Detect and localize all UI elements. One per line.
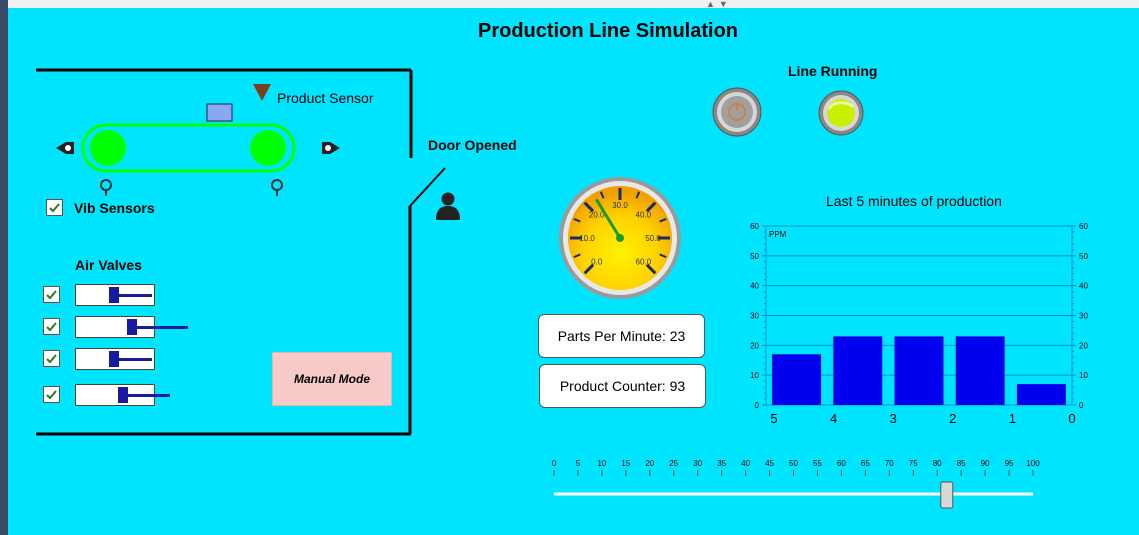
product-sensor-triangle-icon [253, 84, 271, 101]
product-sensor-label: Product Sensor [277, 90, 374, 106]
speed-tick-label: 25 [669, 459, 678, 468]
speed-tick-label: 55 [813, 459, 822, 468]
product-counter-box: Product Counter: 93 [539, 364, 706, 408]
gauge-tick-label: 60.0 [636, 257, 652, 266]
speed-tick-label: 60 [837, 459, 846, 468]
right-proximity-sensor-icon [322, 142, 340, 154]
air-valve-checkbox-4[interactable] [43, 386, 60, 403]
speed-tick-label: 80 [933, 459, 942, 468]
air-valve-checkbox-3[interactable] [43, 350, 60, 367]
simulation-canvas: Production Line Simulation Product Senso… [8, 8, 1139, 535]
chart-xtick-label: 2 [949, 411, 956, 426]
air-valve-slider-thumb[interactable] [118, 387, 128, 403]
gauge-tick-label: 30.0 [612, 201, 628, 210]
speed-tick-label: 20 [645, 459, 654, 468]
chart-ylabel: PPM [769, 230, 787, 239]
chart-xtick-label: 5 [770, 411, 777, 426]
air-valves-label: Air Valves [75, 257, 142, 273]
speed-tick-label: 65 [861, 459, 870, 468]
speed-tick-label: 30 [693, 459, 702, 468]
speed-tick-label: 85 [957, 459, 966, 468]
air-valve-slider-2[interactable] [75, 316, 188, 338]
chart-ytick-label-right: 0 [1079, 401, 1084, 410]
left-proximity-sensor-icon [56, 142, 74, 154]
conveyor-roller-left [90, 130, 126, 166]
speed-tick-label: 5 [576, 459, 581, 468]
speed-tick-label: 70 [885, 459, 894, 468]
window-left-border [0, 0, 8, 535]
chart-xtick-label: 4 [830, 411, 837, 426]
speed-tick-label: 100 [1026, 459, 1040, 468]
conveyor-belt [56, 103, 340, 196]
door-opened-label: Door Opened [428, 137, 517, 153]
vib-sensor-right-icon [271, 179, 283, 196]
vib-sensors-label: Vib Sensors [74, 200, 155, 216]
chart-bar [955, 336, 1005, 405]
chart-xtick-label: 1 [1009, 411, 1016, 426]
product-counter-text: Product Counter: 93 [559, 378, 686, 394]
chart-ytick-label-left: 20 [750, 341, 759, 350]
chart-bar [894, 336, 944, 405]
speed-tick-label: 50 [789, 459, 798, 468]
air-valve-slider-thumb[interactable] [127, 319, 137, 335]
chart-ytick-label-left: 10 [750, 371, 759, 380]
chart-ytick-label-left: 0 [755, 401, 760, 410]
chart-ytick-label-right: 10 [1079, 371, 1088, 380]
chart-bar [833, 336, 883, 405]
line-running-indicator-icon [818, 90, 864, 136]
chart-xtick-label: 3 [890, 411, 897, 426]
speed-tick-label: 10 [597, 459, 606, 468]
air-valve-slider-thumb[interactable] [109, 351, 119, 367]
gauge-tick-label: 50.0 [645, 234, 661, 243]
air-valve-slider-3[interactable] [75, 348, 155, 370]
speed-slider-thumb[interactable] [940, 481, 954, 509]
speed-tick-label: 15 [621, 459, 630, 468]
parts-per-minute-text: Parts Per Minute: 23 [557, 328, 686, 344]
chart-ytick-label-right: 30 [1079, 312, 1088, 321]
manual-mode-button[interactable]: Manual Mode [272, 352, 392, 406]
chart-ytick-label-left: 50 [750, 252, 759, 261]
chart-bar [1016, 384, 1066, 405]
power-button-icon[interactable] [711, 86, 763, 138]
gauge-hub [616, 234, 624, 242]
gauge-tick-label: 0.0 [591, 257, 603, 266]
air-valve-slider-thumb[interactable] [109, 287, 119, 303]
chart-xtick-label: 0 [1068, 411, 1075, 426]
speed-slider[interactable]: 0 5 10 15 20 25 30 35 40 45 50 55 60 65 70 75 80 85 90 95 10… [543, 454, 1063, 519]
parts-per-minute-box: Parts Per Minute: 23 [538, 314, 705, 358]
chart-title: Last 5 minutes of production [826, 193, 1002, 209]
line-running-label: Line Running [788, 63, 878, 79]
air-valve-slider-4[interactable] [75, 384, 170, 406]
chart-ytick-label-right: 50 [1079, 252, 1088, 261]
product-box [206, 103, 233, 122]
conveyor-roller-right [250, 130, 286, 166]
speed-tick-label: 75 [909, 459, 918, 468]
air-valve-checkbox-1[interactable] [43, 286, 60, 303]
air-valve-slider-1[interactable] [75, 284, 155, 306]
production-bar-chart: 0 010 1020 2030 3040 4050 5060 60PPM5 4 3 2 1 0 [750, 222, 1088, 426]
air-valve-checkbox-2[interactable] [43, 318, 60, 335]
chart-bar [772, 354, 822, 405]
chart-ytick-label-right: 40 [1079, 282, 1088, 291]
vib-sensor-left-icon [100, 179, 112, 196]
resize-grip-icon[interactable]: ▲▼ [706, 0, 732, 9]
speed-tick-label: 0 [552, 459, 557, 468]
gauge-tick-label: 10.0 [579, 234, 595, 243]
speed-tick-label: 90 [981, 459, 990, 468]
speed-tick-label: 40 [741, 459, 750, 468]
speed-tick-label: 95 [1005, 459, 1014, 468]
chart-ytick-label-right: 20 [1079, 341, 1088, 350]
chart-ytick-label-left: 60 [750, 222, 759, 231]
operator-person-icon [436, 192, 460, 220]
speed-tick-label: 35 [717, 459, 726, 468]
gauge-tick-label: 40.0 [636, 211, 652, 220]
chart-ytick-label-left: 40 [750, 282, 759, 291]
speed-tick-label: 45 [765, 459, 774, 468]
ppm-gauge: 0.010.020.030.040.050.060.0 [559, 177, 681, 299]
chart-ytick-label-right: 60 [1079, 222, 1088, 231]
chart-ytick-label-left: 30 [750, 312, 759, 321]
vib-sensors-checkbox[interactable] [46, 199, 63, 216]
